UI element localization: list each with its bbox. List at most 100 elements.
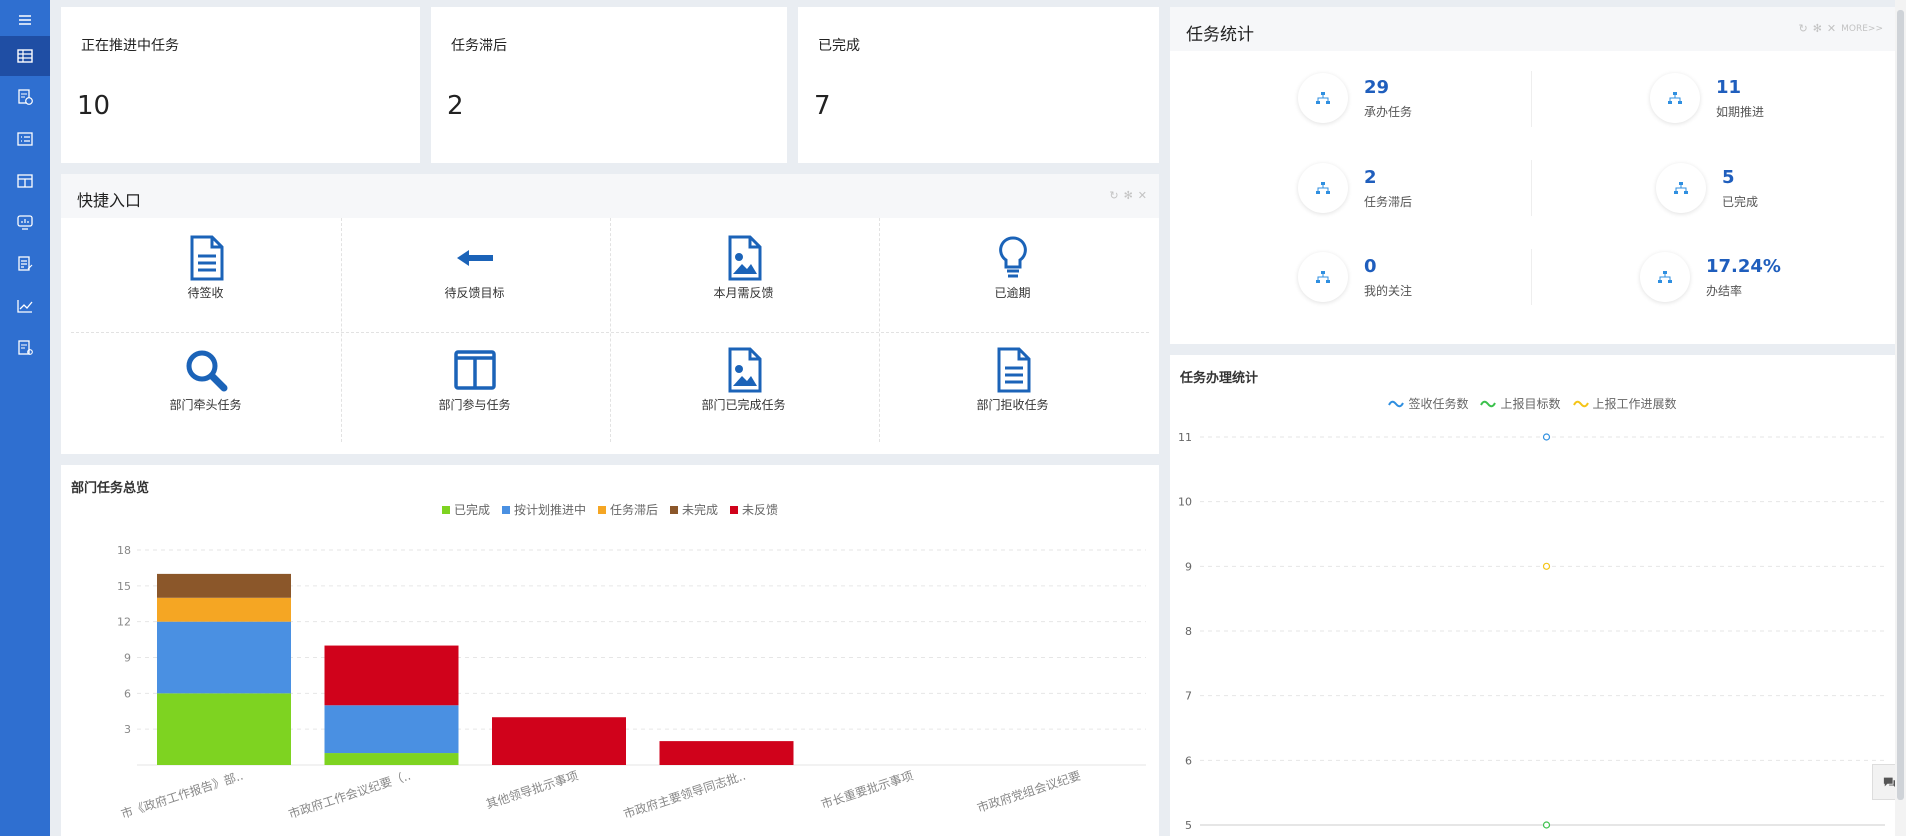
panel-tools: ↻ ✻ ✕ MORE>> <box>1798 22 1883 35</box>
x-tick-label: 市长重要批示事项 <box>819 768 915 812</box>
quick-item-to-sign[interactable]: 待签收 <box>71 218 340 330</box>
stat-label: 办结率 <box>1706 284 1743 298</box>
refresh-icon[interactable]: ↻ <box>1109 189 1118 202</box>
menu-toggle-button[interactable] <box>0 0 50 40</box>
org-chart-icon <box>1316 182 1330 194</box>
stat-label: 如期推进 <box>1716 105 1765 119</box>
y-tick-label: 18 <box>117 544 131 557</box>
menu-icon <box>19 15 31 25</box>
quick-item-dept-participate-tasks[interactable]: 部门参与任务 <box>340 330 609 442</box>
line-chart: 5 6 7 8 9 10 11 <box>1178 431 1885 832</box>
y-tick-label: 6 <box>1185 754 1192 767</box>
stat-circle <box>1656 163 1706 213</box>
stat-label: 已完成 <box>1722 195 1759 209</box>
data-point <box>1542 433 1551 441</box>
quick-item-overdue[interactable]: 已逾期 <box>878 218 1147 330</box>
y-tick-label: 8 <box>1185 625 1192 638</box>
edit-doc-icon <box>18 256 33 271</box>
search-icon <box>186 350 227 392</box>
stat-value: 5 <box>1722 167 1735 188</box>
arrow-left-icon <box>456 250 493 266</box>
stat-lagging[interactable]: 2 任务滞后 <box>1298 157 1558 221</box>
x-tick-label: 市政府党组会议纪要 <box>975 768 1082 816</box>
grid-board-icon <box>17 174 33 188</box>
table-icon <box>17 49 33 63</box>
stat-completion-rate[interactable]: 17.24% 办结率 <box>1640 246 1900 310</box>
sidebar-item-table[interactable] <box>0 36 50 76</box>
quick-entry-panel: 快捷入口 ↻ ✻ ✕ 待签收 待反馈目标 本月需反馈 已逾期 部门牵头任务 部门… <box>61 174 1159 454</box>
gear-icon[interactable]: ✻ <box>1813 22 1822 35</box>
bar-segment <box>324 705 459 754</box>
sidebar-item-edit[interactable] <box>0 244 50 284</box>
bar-segment <box>324 753 459 765</box>
org-chart-icon <box>1316 92 1330 104</box>
quick-grid: 待签收 待反馈目标 本月需反馈 已逾期 部门牵头任务 部门参与任务 部门已完成任… <box>71 218 1147 442</box>
quick-item-label: 部门已完成任务 <box>701 398 786 412</box>
quick-item-monthly-feedback[interactable]: 本月需反馈 <box>609 218 878 330</box>
lightbulb-icon <box>998 236 1027 278</box>
stat-assigned[interactable]: 29 承办任务 <box>1298 67 1558 131</box>
stat-my-follow[interactable]: 0 我的关注 <box>1298 246 1558 310</box>
card-value: 2 <box>447 91 464 121</box>
dept-overview-panel: 部门任务总览 已完成 按计划推进中 任务滞后 未完成 未反馈 3 6 9 12 15 18 市《政府… <box>61 465 1159 836</box>
line-chart-icon <box>17 300 33 313</box>
y-tick-label: 3 <box>124 723 131 736</box>
document-icon <box>190 235 223 281</box>
stat-completed[interactable]: 5 已完成 <box>1656 157 1906 221</box>
sidebar-item-doc-user[interactable] <box>0 328 50 368</box>
y-tick-label: 9 <box>1185 560 1192 573</box>
x-tick-label: 市政府工作会议纪要（.. <box>286 768 412 822</box>
x-tick-label: 市《政府工作报告》部.. <box>119 768 245 822</box>
stat-value: 17.24% <box>1706 256 1781 277</box>
stat-label: 我的关注 <box>1364 284 1413 298</box>
sidebar-item-monitor[interactable] <box>0 202 50 242</box>
stat-label: 任务滞后 <box>1364 195 1413 209</box>
card-label: 正在推进中任务 <box>81 38 179 54</box>
task-handling-panel: 任务办理统计 签收任务数 上报目标数 上报工作进展数 5 6 7 8 9 10 11 <box>1170 355 1895 836</box>
panel-header: 快捷入口 ↻ ✻ ✕ <box>61 174 1159 218</box>
stat-circle <box>1298 252 1348 302</box>
image-doc-icon <box>728 235 761 281</box>
stat-value: 2 <box>1364 167 1377 188</box>
y-tick-label: 10 <box>1178 496 1192 509</box>
sidebar-item-schedule[interactable] <box>0 77 50 117</box>
y-tick-label: 11 <box>1178 431 1192 444</box>
quick-item-dept-rejected-tasks[interactable]: 部门拒收任务 <box>878 330 1147 442</box>
bar-segment <box>492 717 626 765</box>
doc-user-icon <box>18 340 33 355</box>
sidebar-item-chart[interactable] <box>0 286 50 326</box>
card-lagging[interactable]: 任务滞后 2 <box>431 7 787 163</box>
data-point <box>1542 562 1551 570</box>
stat-circle <box>1298 163 1348 213</box>
card-completed[interactable]: 已完成 7 <box>798 7 1159 163</box>
stacked-bar-chart: 3 6 9 12 15 18 市《政府工作报告》部.. 市政府工作会议纪要（.. 其他领导批示事… <box>117 544 1146 822</box>
bar-segment <box>157 621 291 694</box>
org-chart-icon <box>1316 271 1330 283</box>
sidebar-item-board[interactable] <box>0 161 50 201</box>
bar-segment <box>324 645 459 706</box>
refresh-icon[interactable]: ↻ <box>1798 22 1807 35</box>
stat-on-schedule[interactable]: 11 如期推进 <box>1650 67 1906 131</box>
checklist-icon <box>17 132 33 146</box>
gear-icon[interactable]: ✻ <box>1124 189 1133 202</box>
bar-segment <box>157 597 291 622</box>
quick-item-dept-completed-tasks[interactable]: 部门已完成任务 <box>609 330 878 442</box>
scrollbar[interactable] <box>1895 0 1906 836</box>
stat-circle <box>1650 73 1700 123</box>
quick-item-label: 部门参与任务 <box>438 398 511 412</box>
panel-title: 任务统计 <box>1186 25 1254 45</box>
quick-item-pending-feedback-goals[interactable]: 待反馈目标 <box>340 218 609 330</box>
scrollbar-thumb[interactable] <box>1897 10 1904 800</box>
x-tick-label: 市政府主要领导同志批.. <box>621 768 747 822</box>
card-value: 10 <box>77 91 111 121</box>
y-tick-label: 9 <box>124 652 131 665</box>
close-icon[interactable]: ✕ <box>1827 22 1836 35</box>
sidebar-item-checklist[interactable] <box>0 119 50 159</box>
quick-item-dept-lead-tasks[interactable]: 部门牵头任务 <box>71 330 340 442</box>
more-link[interactable]: MORE>> <box>1841 24 1883 34</box>
org-chart-icon <box>1668 92 1682 104</box>
y-tick-label: 7 <box>1185 690 1192 703</box>
columns-icon <box>453 350 496 390</box>
card-in-progress[interactable]: 正在推进中任务 10 <box>61 7 420 163</box>
close-icon[interactable]: ✕ <box>1138 189 1147 202</box>
